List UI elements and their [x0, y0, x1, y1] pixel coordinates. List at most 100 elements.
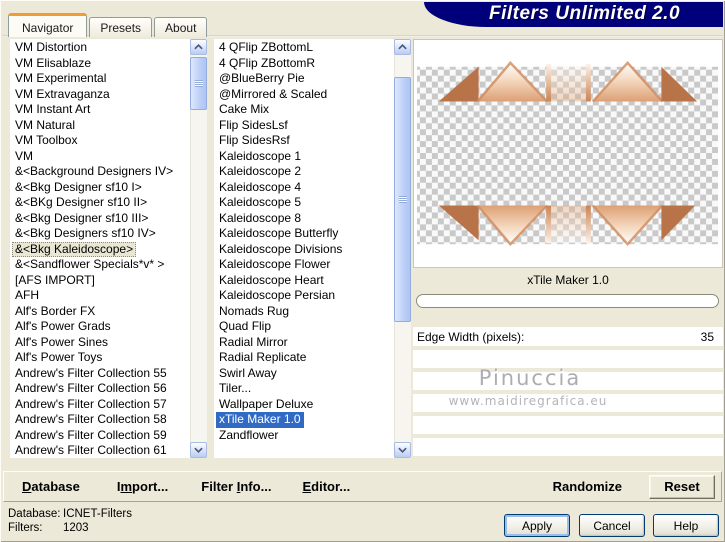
- filter-list-item[interactable]: Kaleidoscope Divisions: [216, 242, 345, 258]
- selected-filter-name: xTile Maker 1.0: [527, 273, 609, 287]
- help-button[interactable]: Help: [653, 514, 719, 537]
- filter-list-item[interactable]: Flip SidesRsf: [216, 133, 293, 149]
- command-bar: Database Import... Filter Info... Editor…: [3, 471, 722, 502]
- filter-list-item[interactable]: Swirl Away: [216, 366, 280, 382]
- preview-image: [414, 40, 722, 267]
- scroll-thumb[interactable]: [190, 57, 207, 110]
- filter-list-item[interactable]: Flip SidesLsf: [216, 118, 291, 134]
- filter-preview: [413, 39, 723, 268]
- database-status-value: ICNET-Filters: [63, 508, 132, 520]
- chevron-down-icon: [398, 447, 407, 453]
- preview-panel: xTile Maker 1.0 Edge Width (pixels): 35 …: [413, 39, 723, 471]
- filter-list-item[interactable]: Kaleidoscope Flower: [216, 257, 333, 273]
- thumb-ridges: [194, 80, 203, 87]
- filter-list-item[interactable]: Quad Flip: [216, 319, 274, 335]
- reset-button[interactable]: Reset: [649, 474, 715, 499]
- category-list-item[interactable]: Alf's Border FX: [12, 304, 98, 320]
- tab-about[interactable]: About: [154, 17, 208, 37]
- category-list-item[interactable]: VM: [12, 149, 36, 165]
- category-list-item[interactable]: Andrew's Filter Collection 55: [12, 366, 170, 382]
- category-list-item[interactable]: &<Bkg Designer sf10 III>: [12, 211, 151, 227]
- category-list-item[interactable]: Andrew's Filter Collection 61: [12, 443, 170, 458]
- category-list: VM Distortion VM Elisablaze VM Experimenta…: [10, 39, 190, 458]
- filters-status-label: Filters:: [8, 522, 43, 534]
- edge-width-value[interactable]: 35: [701, 330, 723, 344]
- filter-list-item[interactable]: Radial Replicate: [216, 350, 309, 366]
- filter-list-item[interactable]: Kaleidoscope Heart: [216, 273, 327, 289]
- category-list-item[interactable]: VM Natural: [12, 118, 78, 134]
- apply-button[interactable]: Apply: [504, 514, 570, 537]
- editor-button[interactable]: Editor...: [302, 479, 350, 494]
- parameter-row: [413, 416, 723, 434]
- category-list-item[interactable]: [AFS IMPORT]: [12, 273, 98, 289]
- category-list-item[interactable]: &<BKg Designer sf10 II>: [12, 195, 150, 211]
- import-button[interactable]: Import...: [117, 479, 168, 494]
- filter-list-item[interactable]: 4 QFlip ZBottomL: [216, 40, 316, 56]
- category-list-item[interactable]: VM Extravaganza: [12, 87, 113, 103]
- chevron-down-icon: [194, 447, 203, 453]
- category-list-item[interactable]: Alf's Power Toys: [12, 350, 105, 366]
- filter-list-item[interactable]: Cake Mix: [216, 102, 272, 118]
- filters-status-value: 1203: [63, 522, 89, 534]
- tab-presets[interactable]: Presets: [89, 17, 153, 37]
- category-list-item[interactable]: Andrew's Filter Collection 58: [12, 412, 170, 428]
- cancel-button[interactable]: Cancel: [579, 514, 645, 537]
- scroll-down-button[interactable]: [190, 442, 207, 458]
- scroll-up-button[interactable]: [394, 39, 411, 55]
- filter-list-item[interactable]: 4 QFlip ZBottomR: [216, 56, 318, 72]
- category-list-item[interactable]: &<Bkg Kaleidoscope>: [12, 241, 137, 257]
- category-list-item[interactable]: Andrew's Filter Collection 57: [12, 397, 170, 413]
- filter-list-item[interactable]: Kaleidoscope Butterfly: [216, 226, 341, 242]
- category-list-item[interactable]: Andrew's Filter Collection 59: [12, 428, 170, 444]
- status-bar: Database: ICNET-Filters Filters: 1203: [8, 507, 132, 535]
- category-list-item[interactable]: &<Sandflower Specials*v* >: [12, 257, 167, 273]
- category-list-item[interactable]: VM Instant Art: [12, 102, 93, 118]
- filter-list-item[interactable]: Radial Mirror: [216, 335, 291, 351]
- scroll-up-button[interactable]: [190, 39, 207, 55]
- filter-list-item[interactable]: @Mirrored & Scaled: [216, 87, 330, 103]
- category-list-item[interactable]: VM Experimental: [12, 71, 109, 87]
- title-banner: Filters Unlimited 2.0: [424, 2, 723, 27]
- filter-list-item[interactable]: Kaleidoscope 2: [216, 164, 304, 180]
- filter-list-item[interactable]: Kaleidoscope 5: [216, 195, 304, 211]
- randomize-button[interactable]: Randomize: [553, 479, 622, 494]
- category-list-item[interactable]: &<Bkg Designer sf10 I>: [12, 180, 145, 196]
- chevron-up-icon: [398, 44, 407, 50]
- category-scrollbar[interactable]: [190, 39, 207, 458]
- tab-bar: Navigator Presets About: [8, 13, 208, 37]
- category-list-item[interactable]: Alf's Power Sines: [12, 335, 111, 351]
- category-list-item[interactable]: Alf's Power Grads: [12, 319, 114, 335]
- filter-list-item[interactable]: Nomads Rug: [216, 304, 292, 320]
- watermark-name: Pinuccia: [478, 366, 582, 390]
- scroll-thumb[interactable]: [394, 77, 411, 322]
- database-button[interactable]: Database: [22, 479, 80, 494]
- database-status-label: Database:: [8, 508, 61, 520]
- filter-list-item[interactable]: Tiler...: [216, 381, 254, 397]
- category-list-item[interactable]: &<Background Designers IV>: [12, 164, 176, 180]
- category-list-item[interactable]: VM Toolbox: [12, 133, 80, 149]
- category-list-item[interactable]: &<Bkg Designers sf10 IV>: [12, 226, 159, 242]
- filter-list-item[interactable]: @BlueBerry Pie: [216, 71, 308, 87]
- progress-bar[interactable]: [416, 294, 719, 308]
- filter-list: 4 QFlip ZBottomL 4 QFlip ZBottomR @BlueBer…: [214, 39, 394, 458]
- filter-list-item[interactable]: Kaleidoscope 1: [216, 149, 304, 165]
- scroll-down-button[interactable]: [394, 442, 411, 458]
- category-listbox: VM Distortion VM Elisablaze VM Experimenta…: [10, 39, 207, 458]
- category-list-item[interactable]: VM Distortion: [12, 40, 90, 56]
- edge-width-row: Edge Width (pixels): 35: [413, 327, 723, 346]
- filter-list-item[interactable]: Kaleidoscope Persian: [216, 288, 338, 304]
- parameter-row: [413, 438, 723, 456]
- edge-width-label: Edge Width (pixels):: [417, 329, 525, 344]
- filter-list-item[interactable]: Kaleidoscope 8: [216, 211, 304, 227]
- filter-info-button[interactable]: Filter Info...: [201, 479, 271, 494]
- thumb-ridges: [398, 196, 407, 203]
- category-list-item[interactable]: VM Elisablaze: [12, 56, 94, 72]
- filter-list-item[interactable]: Zandflower: [216, 428, 281, 444]
- filter-list-item[interactable]: Kaleidoscope 4: [216, 180, 304, 196]
- filter-list-item[interactable]: xTile Maker 1.0: [216, 412, 304, 428]
- category-list-item[interactable]: AFH: [12, 288, 42, 304]
- filter-list-item[interactable]: Wallpaper Deluxe: [216, 397, 316, 413]
- chevron-up-icon: [194, 44, 203, 50]
- category-list-item[interactable]: Andrew's Filter Collection 56: [12, 381, 170, 397]
- tab-navigator[interactable]: Navigator: [8, 13, 88, 37]
